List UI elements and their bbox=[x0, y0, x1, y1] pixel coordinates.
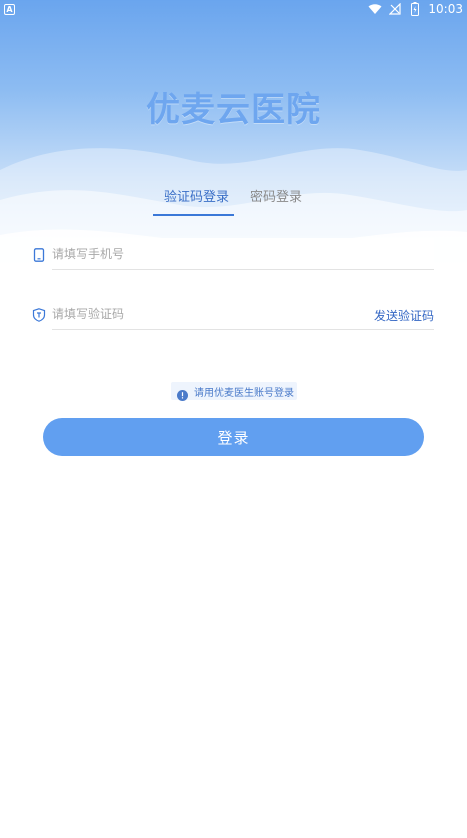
status-icons: 10:03 bbox=[368, 2, 463, 16]
notification-icon: A bbox=[4, 4, 15, 15]
status-time: 10:03 bbox=[428, 2, 463, 16]
status-bar: A 10:03 bbox=[0, 0, 467, 20]
active-tab-indicator bbox=[153, 214, 234, 216]
code-field-divider bbox=[52, 329, 434, 330]
send-code-button[interactable]: 发送验证码 bbox=[374, 307, 434, 324]
phone-field bbox=[30, 238, 434, 272]
tab-password-login[interactable]: 密码登录 bbox=[250, 186, 302, 205]
phone-input[interactable] bbox=[52, 238, 434, 270]
login-tabs: 验证码登录 密码登录 bbox=[0, 186, 467, 218]
verification-code-input[interactable] bbox=[52, 298, 372, 330]
app-title: 优麦云医院 bbox=[146, 90, 321, 130]
login-notice: 请用优麦医生账号登录 bbox=[171, 382, 297, 401]
info-icon bbox=[177, 386, 188, 401]
login-button[interactable]: 登录 bbox=[43, 418, 424, 456]
tab-sms-login[interactable]: 验证码登录 bbox=[164, 186, 229, 205]
notice-text: 请用优麦医生账号登录 bbox=[194, 387, 294, 399]
code-field: 发送验证码 bbox=[30, 298, 434, 332]
shield-icon bbox=[32, 307, 46, 322]
wifi-icon bbox=[368, 2, 382, 16]
phone-icon bbox=[32, 247, 46, 262]
signal-off-icon bbox=[388, 2, 402, 16]
battery-icon bbox=[408, 2, 422, 16]
